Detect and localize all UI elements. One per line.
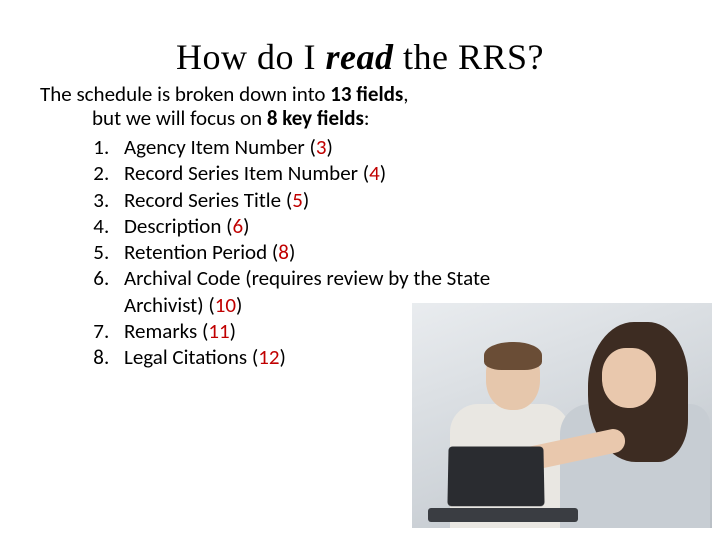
- item-text: Agency Item Number: [124, 134, 305, 160]
- list-item: Agency Item Number (3): [114, 134, 544, 160]
- intro-2a: but we will focus on: [92, 105, 267, 131]
- item-text: Record Series Item Number: [124, 160, 358, 186]
- item-ref: 11: [208, 318, 229, 344]
- list-item: Record Series Title (5): [114, 187, 544, 213]
- intro-2b: 8 key fields: [267, 105, 364, 131]
- intro-1a: The schedule is broken down into: [40, 81, 330, 107]
- item-text: Description: [124, 213, 221, 239]
- intro-text: The schedule is broken down into 13 fiel…: [40, 82, 500, 130]
- list-item: Description (6): [114, 213, 544, 239]
- item-ref: 6: [232, 213, 243, 239]
- list-item: Retention Period (8): [114, 239, 544, 265]
- title-post: the RRS?: [403, 37, 544, 77]
- title-emph: read: [325, 37, 403, 77]
- intro-line2: but we will focus on 8 key fields:: [40, 106, 500, 130]
- item-ref: 4: [369, 160, 380, 186]
- item-text: Remarks: [124, 318, 197, 344]
- slide-title: How do I read the RRS?: [0, 36, 720, 78]
- intro-2c: :: [364, 105, 370, 131]
- item-ref: 12: [258, 344, 279, 370]
- stock-photo: [412, 303, 712, 528]
- intro-1c: ,: [403, 81, 408, 107]
- item-text: Record Series Title: [124, 187, 281, 213]
- item-ref: 3: [316, 134, 327, 160]
- item-ref: 5: [292, 187, 303, 213]
- item-ref: 8: [278, 239, 289, 265]
- item-ref: 10: [215, 292, 236, 318]
- intro-1b: 13 fields: [330, 81, 403, 107]
- laptop-icon: [428, 458, 578, 522]
- slide: How do I read the RRS? The schedule is b…: [0, 0, 720, 540]
- title-pre: How do I: [176, 37, 325, 77]
- item-text: Retention Period: [124, 239, 267, 265]
- list-item: Record Series Item Number (4): [114, 160, 544, 186]
- item-text: Legal Citations: [124, 344, 247, 370]
